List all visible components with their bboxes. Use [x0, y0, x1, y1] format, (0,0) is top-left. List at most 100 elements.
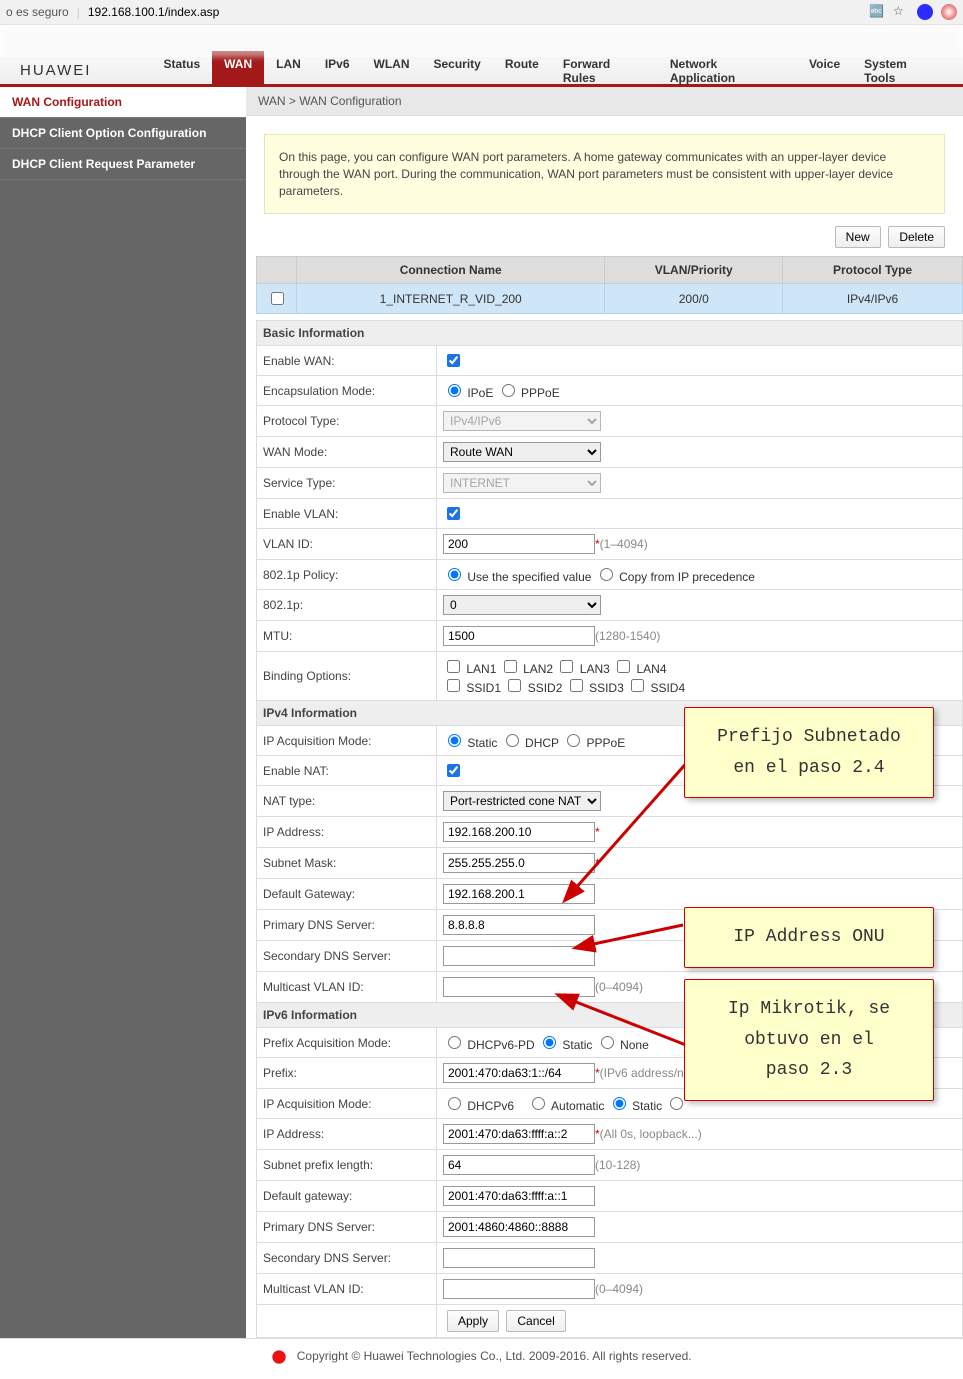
gw6-input[interactable]	[443, 1186, 595, 1206]
dns1-input[interactable]	[443, 915, 595, 935]
radio-static[interactable]	[448, 734, 461, 747]
label-ipaddr: IP Address:	[257, 817, 437, 848]
label-encap: Encapsulation Mode:	[257, 376, 437, 406]
radio-use-specified[interactable]	[448, 568, 461, 581]
radio-static6[interactable]	[543, 1036, 556, 1049]
table-row[interactable]: 1_INTERNET_R_VID_200 200/0 IPv4/IPv6	[257, 284, 963, 314]
star-icon[interactable]: ☆	[893, 4, 909, 20]
bind-ssid3[interactable]	[570, 679, 583, 692]
section-basic: Basic Information	[257, 321, 963, 346]
mvlan6-input[interactable]	[443, 1279, 595, 1299]
th-vlan-priority: VLAN/Priority	[605, 257, 783, 284]
dns16-input[interactable]	[443, 1217, 595, 1237]
label-enable-wan: Enable WAN:	[257, 346, 437, 376]
radio-pppoe[interactable]	[502, 384, 515, 397]
label-ipaddr6: IP Address:	[257, 1119, 437, 1150]
vlanid-input[interactable]	[443, 534, 595, 554]
radio-dhcp[interactable]	[506, 734, 519, 747]
header: HUAWEI Status WAN LAN IPv6 WLAN Security…	[0, 57, 963, 87]
breadcrumb: WAN > WAN Configuration	[246, 87, 963, 116]
radio-ipoe[interactable]	[448, 384, 461, 397]
ipaddr6-input[interactable]	[443, 1124, 595, 1144]
url-text: 192.168.100.1/index.asp	[88, 5, 219, 19]
brand-logo: HUAWEI	[20, 62, 91, 79]
label-ip-acq6: IP Acquisition Mode:	[257, 1089, 437, 1119]
label-mvlan: Multicast VLAN ID:	[257, 972, 437, 1003]
sidebar: WAN Configuration DHCP Client Option Con…	[0, 87, 246, 1338]
th-protocol-type: Protocol Type	[783, 257, 963, 284]
radio-dhcpv6pd[interactable]	[448, 1036, 461, 1049]
sidebar-item-dhcp-option[interactable]: DHCP Client Option Configuration	[0, 118, 246, 149]
label-enable-nat: Enable NAT:	[257, 756, 437, 786]
connection-table: Connection Name VLAN/Priority Protocol T…	[256, 256, 963, 314]
cancel-button[interactable]: Cancel	[506, 1310, 565, 1332]
cell-vlan: 200/0	[605, 284, 783, 314]
cell-connection-name: 1_INTERNET_R_VID_200	[297, 284, 605, 314]
translate-icon[interactable]: 🔤	[869, 4, 885, 20]
page-description: On this page, you can configure WAN port…	[264, 134, 945, 214]
label-dns1: Primary DNS Server:	[257, 910, 437, 941]
label-gw: Default Gateway:	[257, 879, 437, 910]
bind-lan2[interactable]	[504, 660, 517, 673]
label-binding: Binding Options:	[257, 652, 437, 701]
ext-icon-2[interactable]	[941, 4, 957, 20]
sidebar-item-dhcp-request[interactable]: DHCP Client Request Parameter	[0, 149, 246, 180]
mvlan-input[interactable]	[443, 977, 595, 997]
secure-label: o es seguro	[6, 5, 69, 19]
radio-static62[interactable]	[613, 1097, 626, 1110]
browser-address-bar: o es seguro | 192.168.100.1/index.asp 🔤 …	[0, 0, 963, 25]
cell-proto: IPv4/IPv6	[783, 284, 963, 314]
label-8021p-policy: 802.1p Policy:	[257, 560, 437, 590]
bind-lan1[interactable]	[447, 660, 460, 673]
row-checkbox[interactable]	[271, 292, 284, 305]
label-service: Service Type:	[257, 468, 437, 499]
mask-input[interactable]	[443, 853, 595, 873]
label-mvlan6: Multicast VLAN ID:	[257, 1274, 437, 1305]
ipaddr-input[interactable]	[443, 822, 595, 842]
radio-auto[interactable]	[532, 1097, 545, 1110]
bind-lan4[interactable]	[617, 660, 630, 673]
service-type-select[interactable]: INTERNET	[443, 473, 601, 493]
wan-mode-select[interactable]: Route WAN	[443, 442, 601, 462]
prefix-input[interactable]	[443, 1063, 595, 1083]
bind-ssid4[interactable]	[631, 679, 644, 692]
radio-pppoe2[interactable]	[567, 734, 580, 747]
label-nat-type: NAT type:	[257, 786, 437, 817]
label-mtu: MTU:	[257, 621, 437, 652]
bind-ssid1[interactable]	[447, 679, 460, 692]
delete-button[interactable]: Delete	[888, 226, 945, 248]
radio-copy-ip[interactable]	[600, 568, 613, 581]
protocol-type-select[interactable]: IPv4/IPv6	[443, 411, 601, 431]
bind-ssid2[interactable]	[508, 679, 521, 692]
enable-nat-checkbox[interactable]	[447, 764, 460, 777]
radio-dhcpv6[interactable]	[448, 1097, 461, 1110]
bind-lan3[interactable]	[560, 660, 573, 673]
main-panel: WAN > WAN Configuration On this page, yo…	[246, 87, 963, 1338]
nat-type-select[interactable]: Port-restricted cone NAT	[443, 791, 601, 811]
gw-input[interactable]	[443, 884, 595, 904]
label-prefix-acq: Prefix Acquisition Mode:	[257, 1028, 437, 1058]
th-checkbox	[257, 257, 297, 284]
label-mask: Subnet Mask:	[257, 848, 437, 879]
radio-none[interactable]	[601, 1036, 614, 1049]
dns2-input[interactable]	[443, 946, 595, 966]
radio-extra[interactable]	[670, 1097, 683, 1110]
label-proto: Protocol Type:	[257, 406, 437, 437]
enable-vlan-checkbox[interactable]	[447, 507, 460, 520]
new-button[interactable]: New	[835, 226, 881, 248]
label-dns2: Secondary DNS Server:	[257, 941, 437, 972]
label-enable-vlan: Enable VLAN:	[257, 499, 437, 529]
mtu-input[interactable]	[443, 626, 595, 646]
bookmarks-bar	[0, 25, 963, 57]
ext-icon-1[interactable]	[917, 4, 933, 20]
apply-button[interactable]: Apply	[447, 1310, 499, 1332]
label-dns16: Primary DNS Server:	[257, 1212, 437, 1243]
sidebar-item-wan-config[interactable]: WAN Configuration	[0, 87, 246, 118]
callout-prefix: Prefijo Subnetado en el paso 2.4	[684, 707, 934, 798]
splen-input[interactable]	[443, 1155, 595, 1175]
label-ip-acq: IP Acquisition Mode:	[257, 726, 437, 756]
label-wan-mode: WAN Mode:	[257, 437, 437, 468]
dns26-input[interactable]	[443, 1248, 595, 1268]
enable-wan-checkbox[interactable]	[447, 354, 460, 367]
8021p-select[interactable]: 0	[443, 595, 601, 615]
